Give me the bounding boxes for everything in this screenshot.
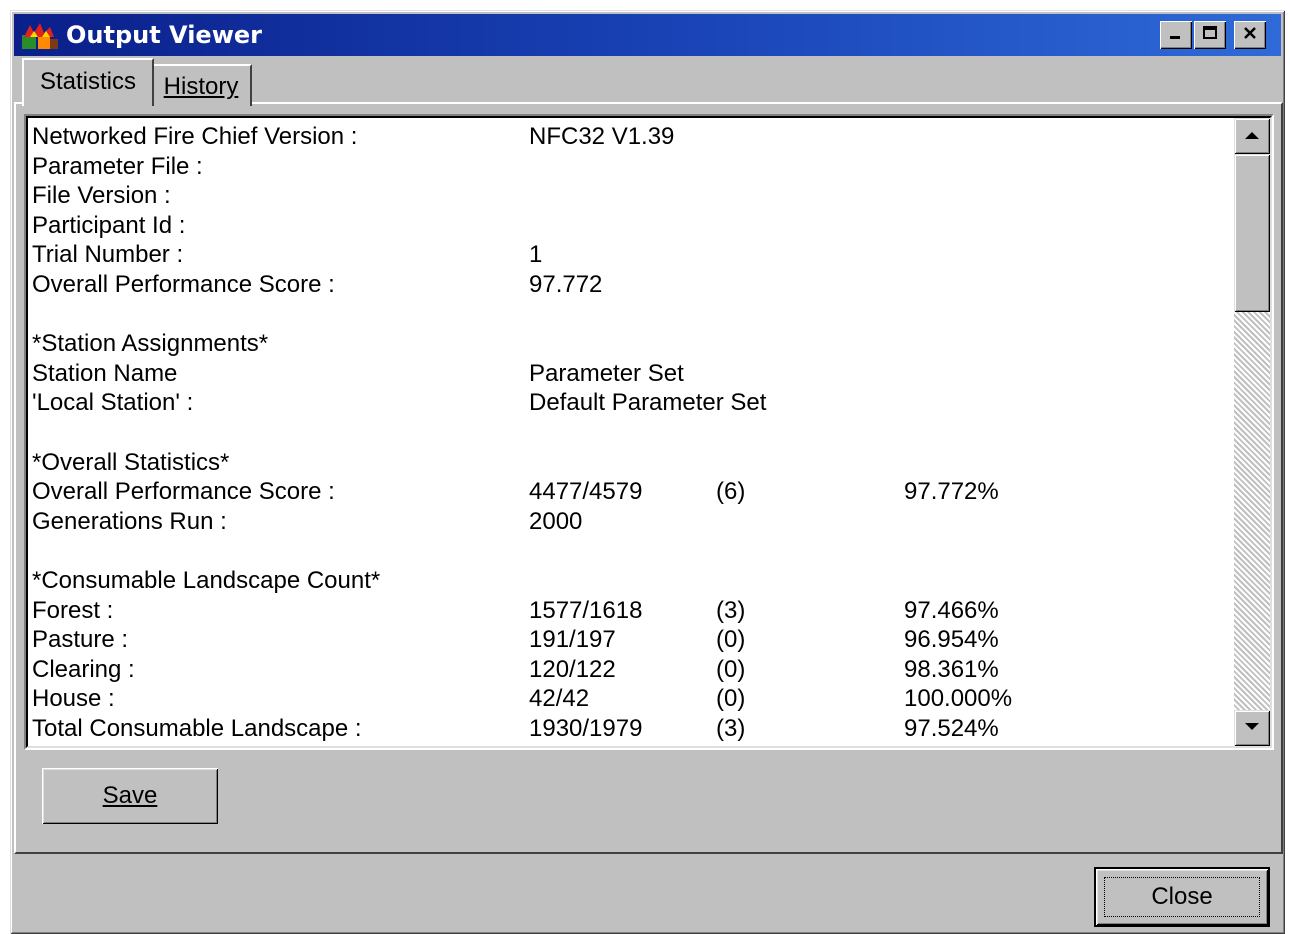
save-button[interactable]: Save xyxy=(42,768,218,824)
output-row: Trial Number : 1 xyxy=(32,240,1230,270)
close-window-button[interactable] xyxy=(1234,21,1266,49)
row-percent: 97.772% xyxy=(904,478,999,506)
output-row: Forest : 1577/1618 (3) 97.466% xyxy=(32,596,1230,626)
output-row: Station Name Parameter Set xyxy=(32,359,1230,389)
output-row: *Station Assignments* xyxy=(32,329,1230,359)
row-value: Default Parameter Set xyxy=(529,389,767,417)
row-percent: 97.524% xyxy=(904,714,999,742)
output-row: Total Consumable Landscape : 1930/1979 (3)… xyxy=(32,714,1230,744)
row-percent: 100.000% xyxy=(904,685,1013,713)
output-row: Overall Performance Score : 97.772 xyxy=(32,270,1230,300)
row-label: Station Name xyxy=(32,359,178,387)
output-row: Parameter File : xyxy=(32,152,1230,182)
tab-statistics[interactable]: Statistics xyxy=(22,58,154,106)
row-percent: 98.361% xyxy=(904,655,999,683)
fire-icon xyxy=(20,21,60,51)
output-row xyxy=(32,300,1230,330)
vertical-scrollbar[interactable] xyxy=(1234,118,1270,746)
output-row: File Version : xyxy=(32,181,1230,211)
row-label: Total Consumable Landscape : xyxy=(32,714,362,742)
row-count: (0) xyxy=(716,626,746,654)
row-count: (0) xyxy=(716,655,746,683)
row-label: Overall Performance Score : xyxy=(32,478,335,506)
row-label: Participant Id : xyxy=(32,211,186,239)
output-row: Participant Id : xyxy=(32,211,1230,241)
output-row xyxy=(32,418,1230,448)
row-count: (3) xyxy=(716,596,746,624)
output-text-area[interactable]: Networked Fire Chief Version : NFC32 V1.3… xyxy=(24,114,1274,750)
window-title: Output Viewer xyxy=(66,21,262,49)
output-row: 'Local Station' : Default Parameter Set xyxy=(32,388,1230,418)
row-value: 1577/1618 xyxy=(529,596,643,624)
row-value: Parameter Set xyxy=(529,359,684,387)
row-label: File Version : xyxy=(32,182,171,210)
maximize-button[interactable] xyxy=(1194,21,1226,49)
maximize-icon xyxy=(1202,25,1218,46)
output-row: Generations Run : 2000 xyxy=(32,507,1230,537)
row-label: Networked Fire Chief Version : xyxy=(32,123,358,150)
row-label: Forest : xyxy=(32,596,114,624)
row-label: *Consumable Landscape Count* xyxy=(32,566,381,594)
minimize-icon xyxy=(1168,25,1184,46)
output-row: Clearing : 120/122 (0) 98.361% xyxy=(32,655,1230,685)
row-label: Clearing : xyxy=(32,655,135,683)
row-count: (3) xyxy=(716,714,746,742)
output-row: *Consumable Landscape Count* xyxy=(32,566,1230,596)
arrow-down-icon xyxy=(1244,719,1260,737)
row-label: *Overall Statistics* xyxy=(32,448,230,476)
output-viewer-window: Output Viewer Statistics History Network… xyxy=(10,10,1285,934)
row-label: Pasture : xyxy=(32,626,129,654)
row-label: Parameter File : xyxy=(32,152,203,180)
output-row xyxy=(32,536,1230,566)
output-row: Overall Performance Score : 4477/4579 (6) 9… xyxy=(32,477,1230,507)
close-icon xyxy=(1242,25,1258,46)
row-count: (6) xyxy=(716,478,746,506)
row-value: NFC32 V1.39 xyxy=(529,123,675,150)
tab-history[interactable]: History xyxy=(152,64,252,106)
row-value: 120/122 xyxy=(529,655,616,683)
row-label: Trial Number : xyxy=(32,241,184,269)
focus-indicator xyxy=(1104,877,1260,917)
row-label: 'Local Station' : xyxy=(32,389,194,417)
output-rows: Networked Fire Chief Version : NFC32 V1.3… xyxy=(32,122,1230,743)
close-button[interactable]: Close xyxy=(1096,869,1268,925)
save-button-label: Save xyxy=(102,782,158,809)
row-label: *Station Assignments* xyxy=(32,330,269,358)
output-row: Pasture : 191/197 (0) 96.954% xyxy=(32,625,1230,655)
tab-history-label: History xyxy=(163,73,239,100)
row-value: 2000 xyxy=(529,507,583,535)
row-value: 42/42 xyxy=(529,685,590,713)
tab-statistics-label: Statistics xyxy=(39,68,137,95)
scroll-thumb[interactable] xyxy=(1234,154,1270,312)
row-percent: 97.466% xyxy=(904,596,999,624)
arrow-up-icon xyxy=(1244,127,1260,145)
output-row: *Overall Statistics* xyxy=(32,448,1230,478)
minimize-button[interactable] xyxy=(1160,21,1192,49)
title-bar[interactable]: Output Viewer xyxy=(14,14,1281,56)
row-label: Overall Performance Score : xyxy=(32,270,335,298)
row-count: (0) xyxy=(716,685,746,713)
row-value: 1930/1979 xyxy=(529,714,643,742)
output-row: Networked Fire Chief Version : NFC32 V1.3… xyxy=(32,122,1230,152)
row-value: 191/197 xyxy=(529,626,616,654)
scroll-down-button[interactable] xyxy=(1234,710,1270,746)
row-value: 4477/4579 xyxy=(529,478,643,506)
row-percent: 96.954% xyxy=(904,626,999,654)
row-label: House : xyxy=(32,685,115,713)
row-value: 97.772 xyxy=(529,270,603,298)
row-value: 1 xyxy=(529,241,543,269)
scroll-up-button[interactable] xyxy=(1234,118,1270,154)
output-row: House : 42/42 (0) 100.000% xyxy=(32,684,1230,714)
row-label: Generations Run : xyxy=(32,507,227,535)
